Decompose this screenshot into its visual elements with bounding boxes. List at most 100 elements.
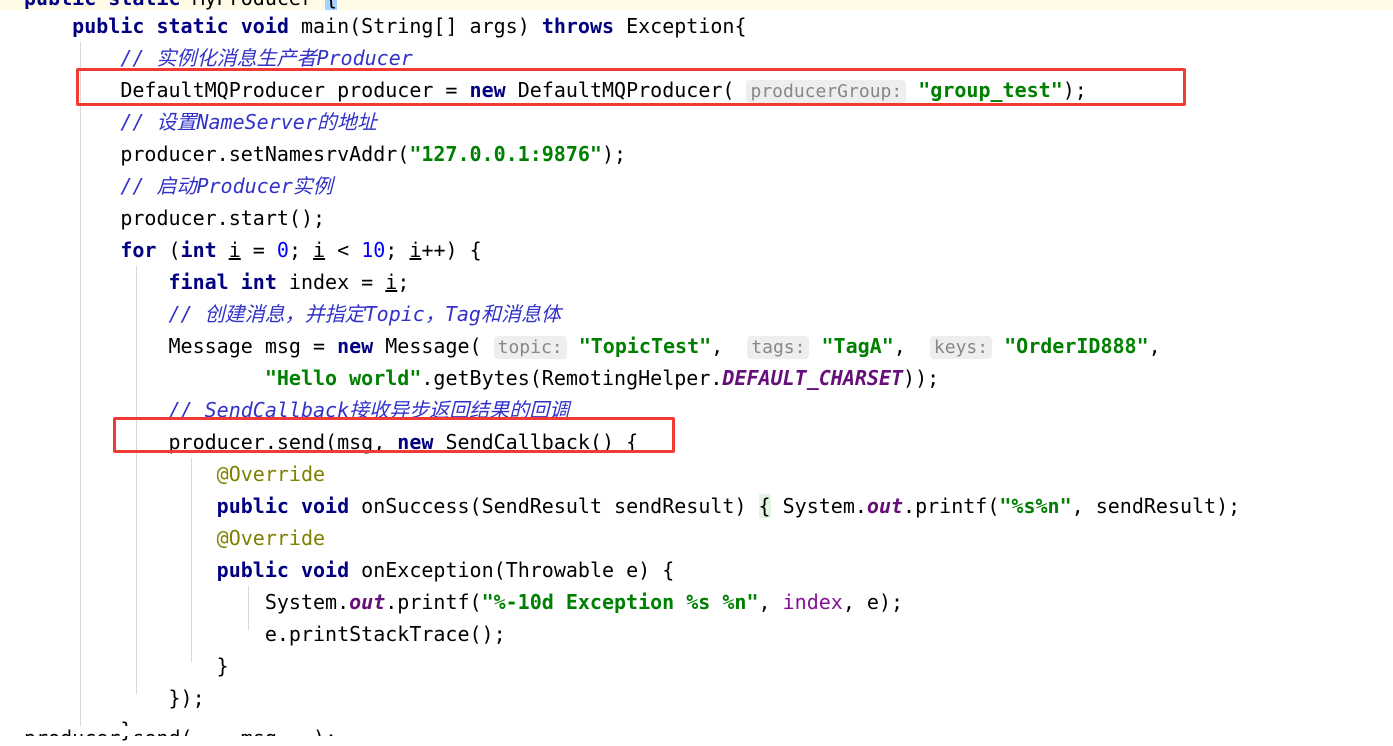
line-new-message-token-9: "TagA" <box>821 334 894 358</box>
line-new-message-token-3: topic: <box>493 336 567 359</box>
line-new-message-token-4 <box>567 334 579 358</box>
line-new-default-mq-producer-token-0: DefaultMQProducer producer = <box>24 78 470 102</box>
line-for-loop-token-6: = <box>240 238 277 262</box>
line-for-loop-token-4 <box>217 238 229 262</box>
line-printf-exception-token-4: , <box>758 590 783 614</box>
code-editor[interactable]: public static MyProducer { public static… <box>0 0 1393 742</box>
line-hello-world-getbytes-token-1: "Hello world" <box>264 366 422 390</box>
line-override-1-token-1: @Override <box>216 462 326 486</box>
line-comment-instantiate-producer[interactable]: // 实例化消息生产者Producer <box>0 42 1393 74</box>
line-producer-start-token-0: producer.start(); <box>24 206 326 230</box>
line-on-success-token-2 <box>289 494 301 518</box>
line-set-namesrv-addr[interactable]: producer.setNamesrvAddr("127.0.0.1:9876"… <box>0 138 1393 170</box>
line-main-signature-token-6: main(String[] args) <box>288 14 542 38</box>
line-hello-world-getbytes[interactable]: "Hello world".getBytes(RemotingHelper.DE… <box>0 362 1393 394</box>
line-new-message-token-2: Message( <box>373 334 494 358</box>
line-override-2-token-0 <box>24 526 217 550</box>
line-comment-sendcallback-token-1: // SendCallback接收异步返回结果的回调 <box>168 398 570 422</box>
line-producer-send-token-0: producer.send(msg, <box>24 430 398 454</box>
line-for-loop-token-3: int <box>180 238 217 262</box>
line-close-exception-method[interactable]: } <box>0 650 1393 682</box>
line-on-exception-token-1: public <box>216 558 289 582</box>
line-on-success-token-4: onSuccess(SendResult sendResult) <box>349 494 759 518</box>
line-for-loop-token-9: i <box>313 238 326 262</box>
line-main-signature-token-7: throws <box>541 14 615 38</box>
line-close-exception-method-token-0: } <box>24 654 229 678</box>
line-for-loop-token-13: i <box>409 238 422 262</box>
line-for-loop-token-11: 10 <box>361 238 386 262</box>
line-new-message-token-8 <box>809 334 821 358</box>
line-for-loop-token-12: ; <box>385 238 410 262</box>
line-on-success-token-8: .printf( <box>903 494 1000 518</box>
line-on-success-token-10: , sendResult); <box>1071 494 1241 518</box>
line-printf-exception[interactable]: System.out.printf("%-10d Exception %s %n… <box>0 586 1393 618</box>
line-hello-world-getbytes-token-4: )); <box>903 366 940 390</box>
line-new-default-mq-producer-token-4 <box>906 78 918 102</box>
line-new-message[interactable]: Message msg = new Message( topic: "Topic… <box>0 330 1393 362</box>
line-on-success-token-3: void <box>300 494 350 518</box>
line-producer-send-token-1: new <box>397 430 434 454</box>
line-on-success-token-1: public <box>216 494 289 518</box>
line-printf-exception-token-6: , e); <box>842 590 904 614</box>
top-space-3 <box>313 0 325 10</box>
line-new-default-mq-producer-token-2: DefaultMQProducer( <box>505 78 747 102</box>
line-comment-sendcallback-token-0 <box>24 398 169 422</box>
line-comment-sendcallback[interactable]: // SendCallback接收异步返回结果的回调 <box>0 394 1393 426</box>
line-comment-set-nameserver[interactable]: // 设置NameServer的地址 <box>0 106 1393 138</box>
line-comment-instantiate-producer-token-1: // 实例化消息生产者Producer <box>120 46 413 70</box>
line-main-signature-token-2 <box>144 14 156 38</box>
line-print-stack-trace-token-0: e.printStackTrace(); <box>24 622 506 646</box>
line-on-exception-token-3: void <box>300 558 350 582</box>
line-hello-world-getbytes-token-0 <box>24 366 265 390</box>
clipped-bottom-line-content: producer.send( msg ); <box>24 726 337 736</box>
line-new-message-token-10: , <box>893 334 930 358</box>
line-comment-start-producer-token-1: // 启动Producer实例 <box>120 174 333 198</box>
top-keyword-public: public <box>24 0 96 10</box>
line-for-loop-token-0 <box>24 238 120 262</box>
line-final-int-index[interactable]: final int index = i; <box>0 266 1393 298</box>
top-space-2 <box>181 0 193 10</box>
line-new-message-token-11: keys: <box>929 336 993 359</box>
line-new-message-token-1: new <box>337 334 374 358</box>
line-for-loop[interactable]: for (int i = 0; i < 10; i++) { <box>0 234 1393 266</box>
line-main-signature[interactable]: public static void main(String[] args) t… <box>0 10 1393 42</box>
line-on-success-token-6: System. <box>770 494 867 518</box>
line-new-default-mq-producer[interactable]: DefaultMQProducer producer = new Default… <box>0 74 1393 106</box>
line-hello-world-getbytes-token-3: DEFAULT_CHARSET <box>722 366 904 390</box>
line-new-message-token-13: "OrderID888" <box>1004 334 1149 358</box>
line-printf-exception-token-5: index <box>782 590 843 614</box>
line-new-message-token-14: , <box>1148 334 1161 358</box>
line-comment-create-message-token-0 <box>24 302 169 326</box>
line-on-exception-token-4: onException(Throwable e) { <box>349 558 675 582</box>
line-final-int-index-token-1: final <box>168 270 229 294</box>
line-producer-send[interactable]: producer.send(msg, new SendCallback() { <box>0 426 1393 458</box>
line-main-signature-token-4 <box>229 14 241 38</box>
line-final-int-index-token-4: index = <box>276 270 386 294</box>
line-on-exception[interactable]: public void onException(Throwable e) { <box>0 554 1393 586</box>
line-on-exception-token-2 <box>289 558 301 582</box>
line-comment-start-producer-token-0 <box>24 174 120 198</box>
line-set-namesrv-addr-token-0: producer.setNamesrvAddr( <box>24 142 410 166</box>
line-override-2[interactable]: @Override <box>0 522 1393 554</box>
line-final-int-index-token-3: int <box>240 270 277 294</box>
line-new-default-mq-producer-token-3: producerGroup: <box>746 80 907 103</box>
line-close-callback-token-0: }); <box>24 686 205 710</box>
code-lines[interactable]: public static void main(String[] args) t… <box>0 10 1393 746</box>
line-comment-create-message-token-1: // 创建消息，并指定Topic，Tag和消息体 <box>168 302 561 326</box>
line-new-default-mq-producer-token-1: new <box>469 78 506 102</box>
line-set-namesrv-addr-token-1: "127.0.0.1:9876" <box>409 142 602 166</box>
line-override-1[interactable]: @Override <box>0 458 1393 490</box>
line-comment-set-nameserver-token-0 <box>24 110 120 134</box>
line-new-message-token-12 <box>992 334 1004 358</box>
line-for-loop-token-7: 0 <box>276 238 289 262</box>
line-close-callback[interactable]: }); <box>0 682 1393 714</box>
line-comment-create-message[interactable]: // 创建消息，并指定Topic，Tag和消息体 <box>0 298 1393 330</box>
line-override-1-token-0 <box>24 462 217 486</box>
line-on-success[interactable]: public void onSuccess(SendResult sendRes… <box>0 490 1393 522</box>
line-on-success-token-5: { <box>758 494 771 518</box>
line-for-loop-token-5: i <box>228 238 241 262</box>
line-producer-start[interactable]: producer.start(); <box>0 202 1393 234</box>
line-comment-start-producer[interactable]: // 启动Producer实例 <box>0 170 1393 202</box>
line-on-success-token-9: "%s%n" <box>999 494 1072 518</box>
line-print-stack-trace[interactable]: e.printStackTrace(); <box>0 618 1393 650</box>
